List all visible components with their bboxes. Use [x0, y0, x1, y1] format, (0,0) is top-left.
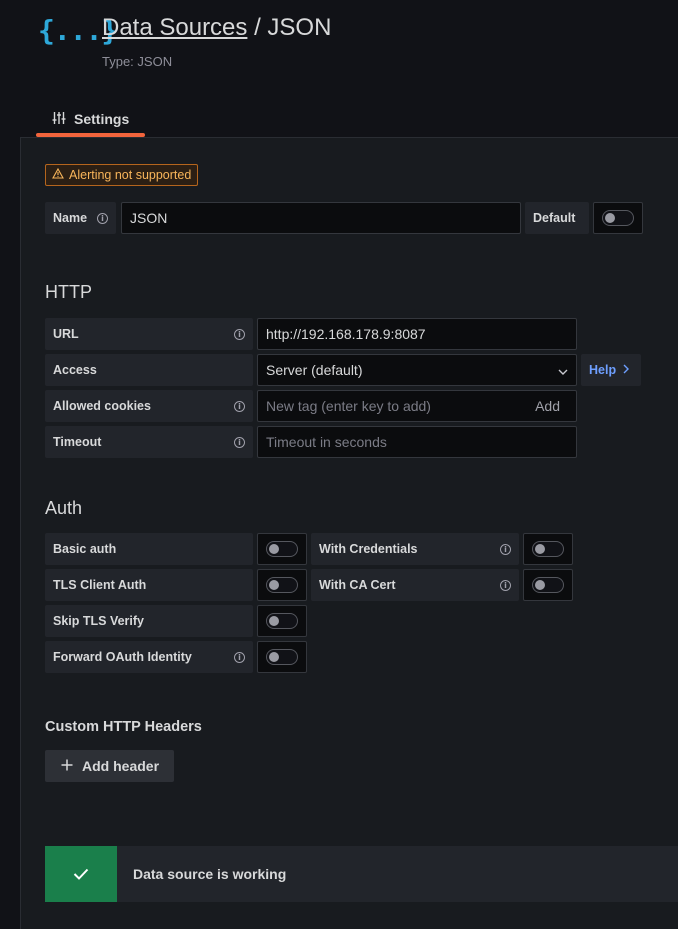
- allowed-cookies-label: Allowed cookies i: [45, 390, 253, 422]
- with-ca-cert-label: With CA Cert i: [311, 569, 519, 601]
- skip-tls-verify-label: Skip TLS Verify: [45, 605, 253, 637]
- default-toggle-box: [593, 202, 643, 234]
- with-ca-cert-toggle[interactable]: [532, 577, 564, 593]
- status-text: Data source is working: [133, 866, 287, 882]
- alerting-not-supported-badge: Alerting not supported: [45, 164, 199, 186]
- name-input-value: JSON: [130, 210, 168, 226]
- access-label-text: Access: [53, 363, 97, 377]
- tls-client-auth-toggle-box: [257, 569, 307, 601]
- forward-oauth-toggle-box: [257, 641, 307, 673]
- skip-tls-verify-label-text: Skip TLS Verify: [53, 614, 145, 628]
- tab-settings-label: Settings: [74, 111, 130, 127]
- help-button-label: Help: [589, 363, 617, 377]
- allowed-cookies-input[interactable]: New tag (enter key to add) Add: [257, 390, 577, 422]
- with-credentials-toggle-box: [523, 533, 573, 565]
- forward-oauth-toggle[interactable]: [266, 649, 298, 665]
- name-label: Name i: [45, 202, 116, 234]
- basic-auth-label-text: Basic auth: [53, 542, 117, 556]
- default-label: Default: [525, 202, 589, 234]
- add-header-button[interactable]: Add header: [45, 750, 174, 782]
- page-title: Data Sources / JSON: [102, 14, 331, 42]
- basic-auth-label: Basic auth: [45, 533, 253, 565]
- url-input[interactable]: http://192.168.178.9:8087: [257, 318, 577, 350]
- with-credentials-label-text: With Credentials: [319, 542, 418, 556]
- info-icon[interactable]: i: [234, 436, 245, 448]
- allowed-cookies-placeholder: New tag (enter key to add): [266, 398, 431, 414]
- plus-icon: [61, 758, 73, 774]
- warning-icon: [52, 167, 64, 182]
- sliders-icon: [52, 111, 66, 128]
- info-icon[interactable]: i: [97, 212, 108, 224]
- timeout-label-text: Timeout: [53, 435, 102, 449]
- datasource-status-alert: Data source is working: [45, 846, 678, 902]
- chevron-right-icon: [623, 363, 630, 377]
- breadcrumb-current: JSON: [267, 14, 332, 41]
- info-icon[interactable]: i: [234, 400, 245, 412]
- tls-client-auth-label-text: TLS Client Auth: [53, 578, 147, 592]
- url-label-text: URL: [53, 327, 79, 341]
- help-button[interactable]: Help: [581, 354, 641, 386]
- forward-oauth-label-text: Forward OAuth Identity: [53, 650, 192, 664]
- breadcrumb-data-sources-link[interactable]: Data Sources: [102, 14, 247, 41]
- info-icon[interactable]: i: [500, 579, 511, 591]
- access-select-value: Server (default): [266, 362, 363, 378]
- basic-auth-toggle[interactable]: [266, 541, 298, 557]
- timeout-input[interactable]: Timeout in seconds: [257, 426, 577, 458]
- info-icon[interactable]: i: [500, 543, 511, 555]
- tls-client-auth-label: TLS Client Auth: [45, 569, 253, 601]
- skip-tls-verify-toggle[interactable]: [266, 613, 298, 629]
- name-input[interactable]: JSON: [121, 202, 521, 234]
- timeout-label: Timeout i: [45, 426, 253, 458]
- info-icon[interactable]: i: [234, 651, 245, 663]
- breadcrumb-separator: /: [254, 14, 261, 41]
- add-header-label: Add header: [82, 758, 160, 774]
- tls-client-auth-toggle[interactable]: [266, 577, 298, 593]
- url-label: URL i: [45, 318, 253, 350]
- page-subtitle: Type: JSON: [102, 54, 173, 69]
- forward-oauth-label: Forward OAuth Identity i: [45, 641, 253, 673]
- check-icon: [45, 846, 117, 902]
- access-label: Access: [45, 354, 253, 386]
- allowed-cookies-label-text: Allowed cookies: [53, 399, 151, 413]
- auth-section-title: Auth: [45, 498, 83, 518]
- alert-badge-text: Alerting not supported: [69, 168, 192, 182]
- chevron-down-icon: [558, 362, 568, 378]
- http-section-title: HTTP: [45, 282, 92, 302]
- basic-auth-toggle-box: [257, 533, 307, 565]
- with-ca-cert-label-text: With CA Cert: [319, 578, 396, 592]
- url-input-value: http://192.168.178.9:8087: [266, 326, 426, 342]
- timeout-placeholder: Timeout in seconds: [266, 434, 387, 450]
- skip-tls-verify-toggle-box: [257, 605, 307, 637]
- info-icon[interactable]: i: [234, 328, 245, 340]
- access-select[interactable]: Server (default): [257, 354, 577, 386]
- custom-headers-title: Custom HTTP Headers: [45, 719, 202, 735]
- name-label-text: Name: [53, 211, 88, 225]
- with-ca-cert-toggle-box: [523, 569, 573, 601]
- add-cookie-button[interactable]: Add: [535, 398, 560, 414]
- with-credentials-toggle[interactable]: [532, 541, 564, 557]
- with-credentials-label: With Credentials i: [311, 533, 519, 565]
- default-label-text: Default: [533, 211, 576, 225]
- default-toggle[interactable]: [602, 210, 634, 226]
